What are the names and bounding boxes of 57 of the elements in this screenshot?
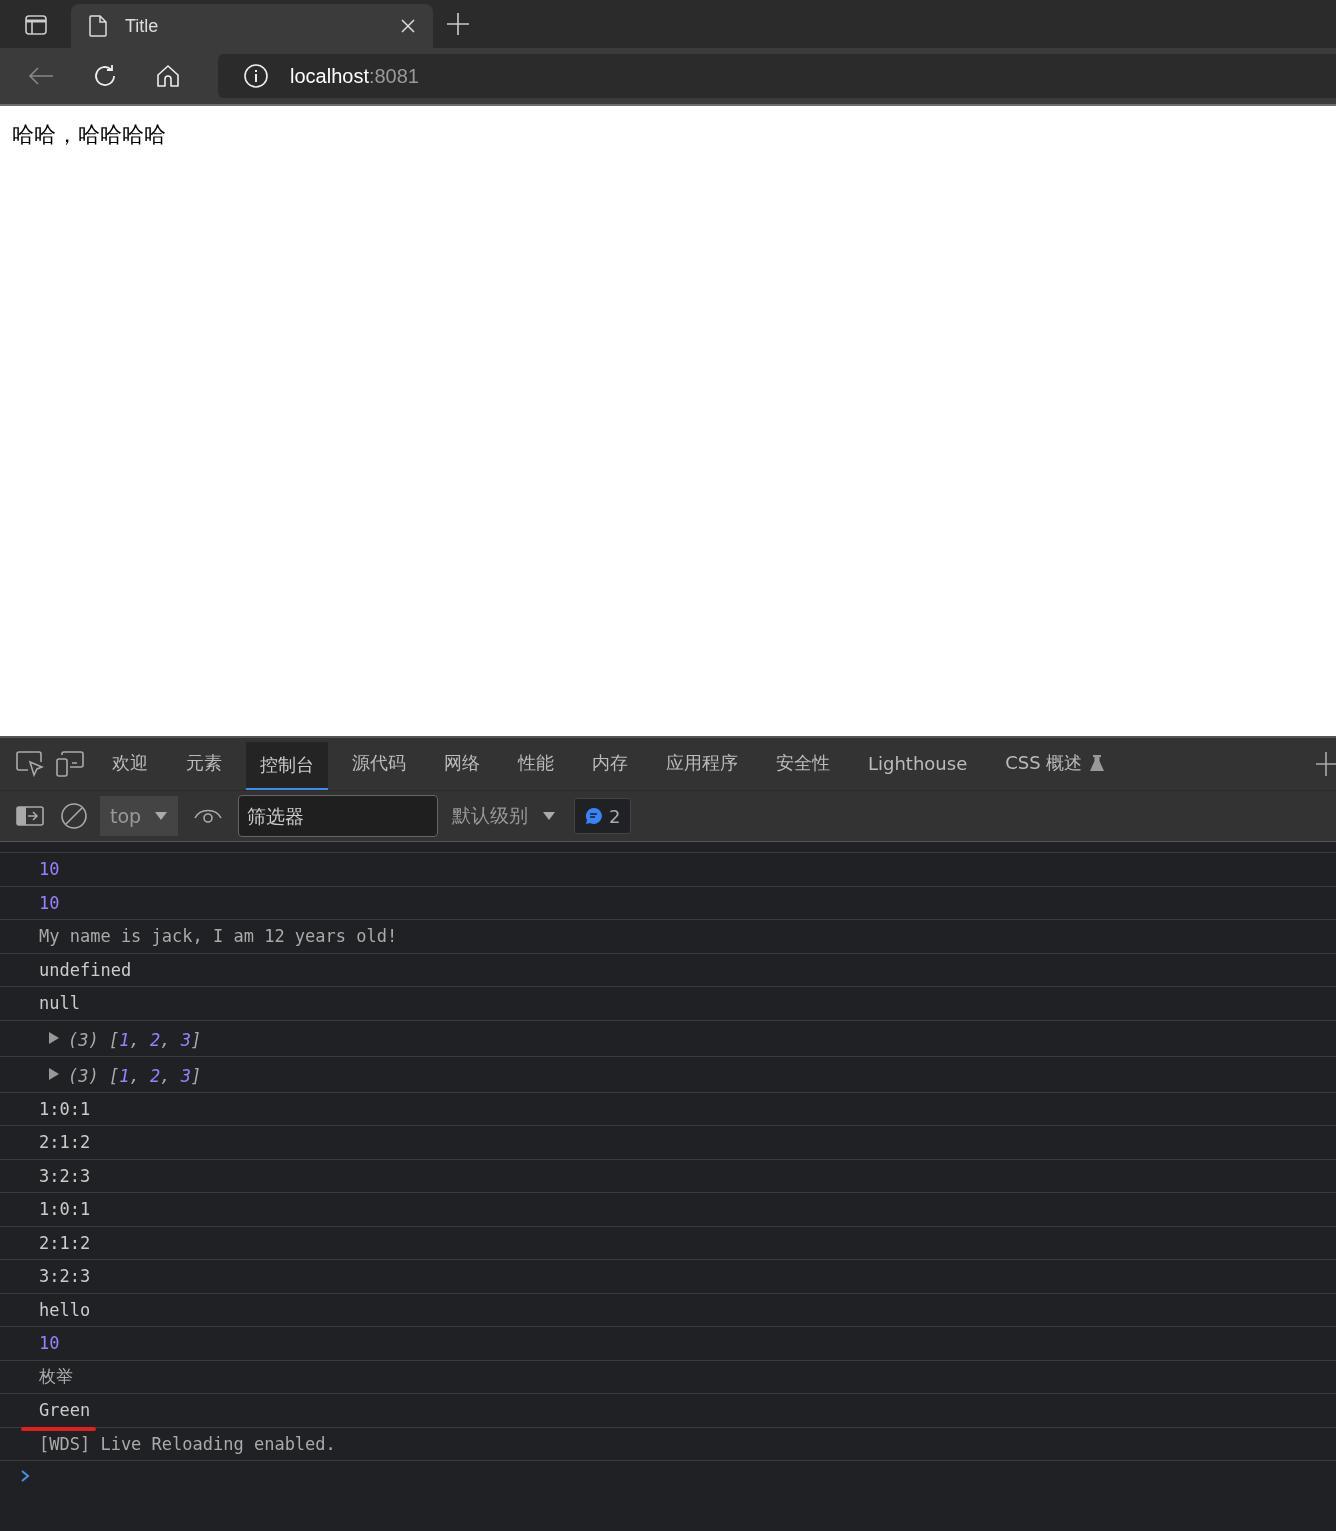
page-text: 哈哈，哈哈哈哈 — [12, 121, 167, 149]
console-message: 10 — [39, 1333, 60, 1354]
address-bar[interactable]: localhost:8081 — [218, 54, 1336, 98]
console-message: [WDS] Live Reloading enabled. — [39, 1433, 336, 1454]
tab-title: Title — [125, 15, 160, 37]
console-message: (3) [1, 2, 3] — [68, 1030, 202, 1050]
console-message: 10 — [39, 859, 60, 880]
expand-triangle-icon[interactable] — [49, 1032, 59, 1044]
context-dropdown[interactable]: top — [100, 796, 178, 836]
inspect-icon[interactable] — [16, 751, 44, 777]
info-icon — [244, 64, 268, 88]
console-message: 1:0:1 — [39, 1199, 91, 1220]
devtools-tab[interactable]: Lighthouse — [854, 738, 982, 790]
console-message: 2:1:2 — [39, 1132, 91, 1153]
expand-triangle-icon[interactable] — [49, 1068, 59, 1080]
devtools-tab[interactable]: 欢迎 — [98, 738, 162, 790]
console-message: (3) [1, 2, 3] — [68, 1066, 202, 1086]
messages-button[interactable]: 2 — [574, 798, 632, 834]
home-icon[interactable] — [156, 64, 180, 88]
devtools-tab[interactable]: 应用程序 — [652, 738, 752, 790]
console-message: undefined — [39, 959, 132, 980]
console-message: 2:1:2 — [39, 1232, 91, 1253]
sidebar-toggle-icon[interactable] — [16, 806, 44, 826]
reload-icon[interactable] — [92, 63, 118, 89]
caret-icon — [542, 811, 556, 821]
devtools-tab[interactable]: 安全性 — [762, 738, 844, 790]
clear-icon[interactable] — [60, 802, 88, 830]
devtools-tab[interactable]: 内存 — [578, 738, 642, 790]
devtools-tab[interactable]: CSS 概述 — [991, 738, 1119, 790]
console-message: 枚举 — [39, 1365, 73, 1389]
new-tab-icon[interactable] — [447, 13, 469, 35]
console-message: null — [39, 993, 80, 1014]
browser-tab[interactable]: Title — [71, 4, 433, 48]
console-message: Green — [39, 1400, 91, 1421]
device-icon[interactable] — [56, 751, 84, 777]
chat-icon — [585, 807, 603, 825]
caret-icon — [154, 811, 168, 821]
devtools-tab[interactable]: 源代码 — [338, 738, 420, 790]
console-message: 10 — [39, 892, 60, 913]
back-icon[interactable] — [28, 66, 54, 86]
prompt-icon — [20, 1469, 30, 1483]
devtools-tab[interactable]: 网络 — [430, 738, 494, 790]
log-level-dropdown[interactable]: 默认级别 — [452, 803, 556, 829]
sidebar-icon[interactable] — [25, 15, 47, 35]
console-message: 1:0:1 — [39, 1098, 91, 1119]
url-text: localhost:8081 — [290, 64, 419, 88]
document-icon — [89, 15, 107, 37]
console-message: My name is jack, I am 12 years old! — [39, 926, 398, 947]
devtools-tab[interactable]: 控制台 — [246, 742, 328, 790]
close-icon[interactable] — [401, 19, 415, 33]
devtools-tab[interactable]: 性能 — [504, 738, 568, 790]
console-message: 3:2:3 — [39, 1266, 91, 1287]
devtools-tab[interactable]: 元素 — [172, 738, 236, 790]
console-message: 3:2:3 — [39, 1165, 91, 1186]
add-tab-icon[interactable] — [1316, 752, 1336, 776]
console-message: hello — [39, 1299, 91, 1320]
filter-field[interactable]: 筛选器 — [238, 795, 438, 837]
